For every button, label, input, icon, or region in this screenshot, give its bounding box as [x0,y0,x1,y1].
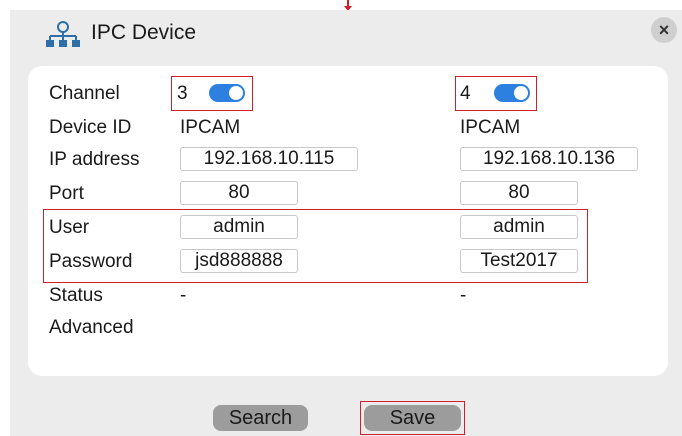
highlight-channel-2 [455,76,537,111]
dialog-title: IPC Device [91,21,197,44]
close-icon[interactable]: × [651,17,677,43]
label-advanced: Advanced [49,317,134,338]
search-button[interactable]: Search [213,405,308,431]
pointer-arrow [344,0,352,11]
channel-2-device-id: IPCAM [460,117,521,138]
channel-1-device-id: IPCAM [180,117,241,138]
label-ip-address: IP address [49,149,140,170]
channel-2-status: - [460,285,467,306]
channel-1-port-field[interactable]: 80 [180,181,298,205]
channel-1-status: - [180,285,187,306]
label-channel: Channel [49,83,120,104]
highlight-credentials [43,209,588,283]
network-icon [46,21,80,47]
channel-2-ip-field[interactable]: 192.168.10.136 [460,147,638,171]
channel-2-port-field[interactable]: 80 [460,181,578,205]
channel-1-ip-field[interactable]: 192.168.10.115 [180,147,358,171]
label-port: Port [49,183,84,204]
label-status: Status [49,285,103,306]
save-button[interactable]: Save [364,405,461,431]
label-device-id: Device ID [49,117,132,138]
highlight-channel-1 [171,76,253,111]
